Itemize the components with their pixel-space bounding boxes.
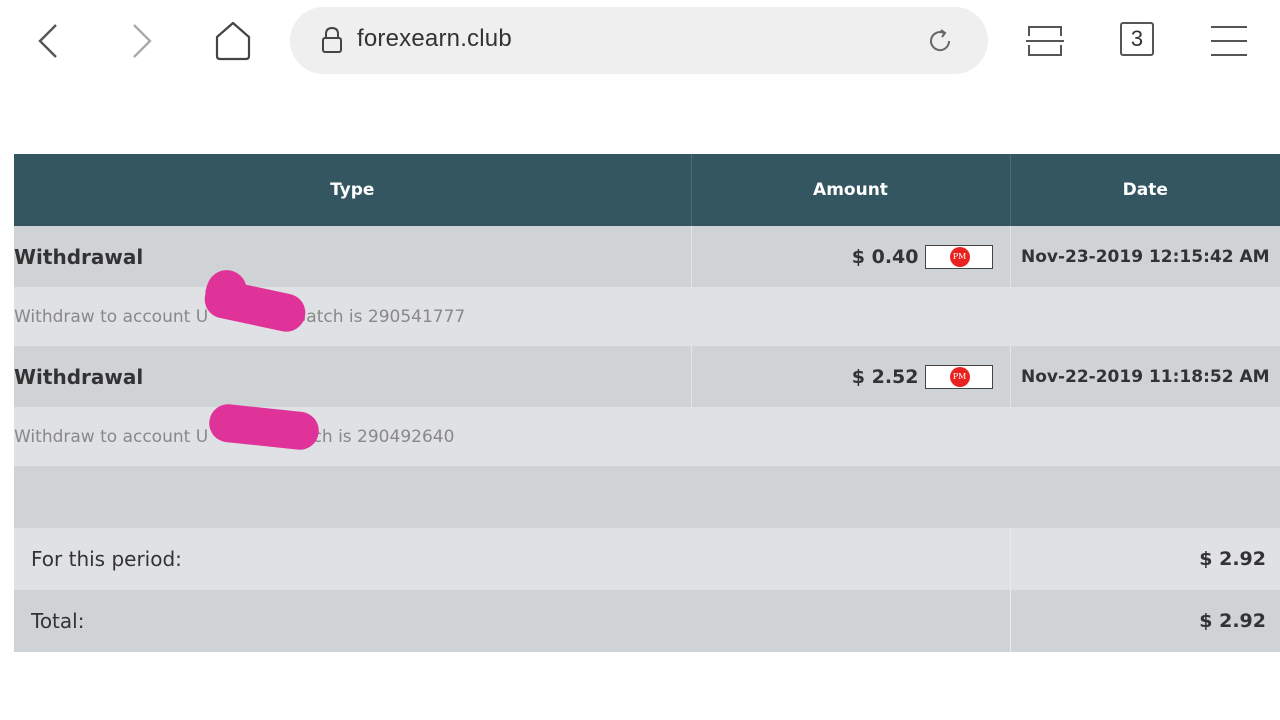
scan-frame-icon — [1026, 26, 1064, 56]
back-button[interactable] — [26, 18, 72, 64]
home-icon — [215, 21, 251, 61]
payment-method-badge: PM — [924, 244, 993, 269]
address-bar[interactable]: forexearn.club — [290, 7, 988, 74]
forward-button[interactable] — [118, 18, 164, 64]
header-amount: Amount — [691, 154, 1011, 226]
transaction-type: Withdrawal — [14, 346, 692, 407]
transaction-amount-cell: $ 0.40 PM — [691, 226, 1011, 287]
hamburger-menu-icon — [1211, 26, 1247, 56]
table-header-row: Type Amount Date — [14, 154, 1280, 226]
total-value: $ 2.92 — [1010, 590, 1280, 652]
url-text: forexearn.club — [357, 25, 512, 52]
reader-mode-button[interactable] — [1022, 18, 1068, 64]
lock-icon — [322, 26, 342, 53]
transactions-table: Type Amount Date Withdrawal $ 0.40 PM Nov… — [14, 154, 1280, 652]
period-summary-row: For this period: $ 2.92 — [14, 528, 1280, 590]
total-summary-row: Total: $ 2.92 — [14, 590, 1280, 652]
transaction-type: Withdrawal — [14, 226, 692, 287]
table-row: Withdrawal $ 2.52 PM Nov-22-2019 11:18:52… — [14, 346, 1280, 407]
transaction-amount: $ 0.40 — [851, 245, 919, 268]
chevron-right-icon — [133, 24, 152, 58]
transaction-amount-cell: $ 2.52 PM — [691, 346, 1011, 407]
transaction-date: Nov-22-2019 11:18:52 AM — [1010, 346, 1280, 407]
pm-perfect-money-icon: PM — [949, 366, 970, 387]
browser-toolbar: forexearn.club 3 — [0, 0, 1280, 84]
table-spacer-row — [14, 466, 1280, 528]
chevron-left-icon — [38, 24, 57, 58]
transaction-date: Nov-23-2019 12:15:42 AM — [1010, 226, 1280, 287]
tabs-button[interactable]: 3 — [1120, 22, 1154, 56]
period-label: For this period: — [14, 528, 1011, 590]
total-label: Total: — [14, 590, 1011, 652]
header-type: Type — [14, 154, 692, 226]
transaction-amount: $ 2.52 — [851, 365, 919, 388]
payment-method-badge: PM — [924, 364, 993, 389]
table-row-detail: Withdraw to account U . Batch is 2904926… — [14, 407, 1280, 466]
transaction-detail: Withdraw to account U . Batch is 2904926… — [14, 407, 1280, 466]
period-value: $ 2.92 — [1010, 528, 1280, 590]
header-date: Date — [1010, 154, 1280, 226]
reload-icon[interactable] — [926, 27, 954, 55]
home-button[interactable] — [210, 18, 256, 64]
table-row: Withdrawal $ 0.40 PM Nov-23-2019 12:15:42… — [14, 226, 1280, 287]
pm-perfect-money-icon: PM — [949, 246, 970, 267]
menu-button[interactable] — [1206, 18, 1252, 64]
